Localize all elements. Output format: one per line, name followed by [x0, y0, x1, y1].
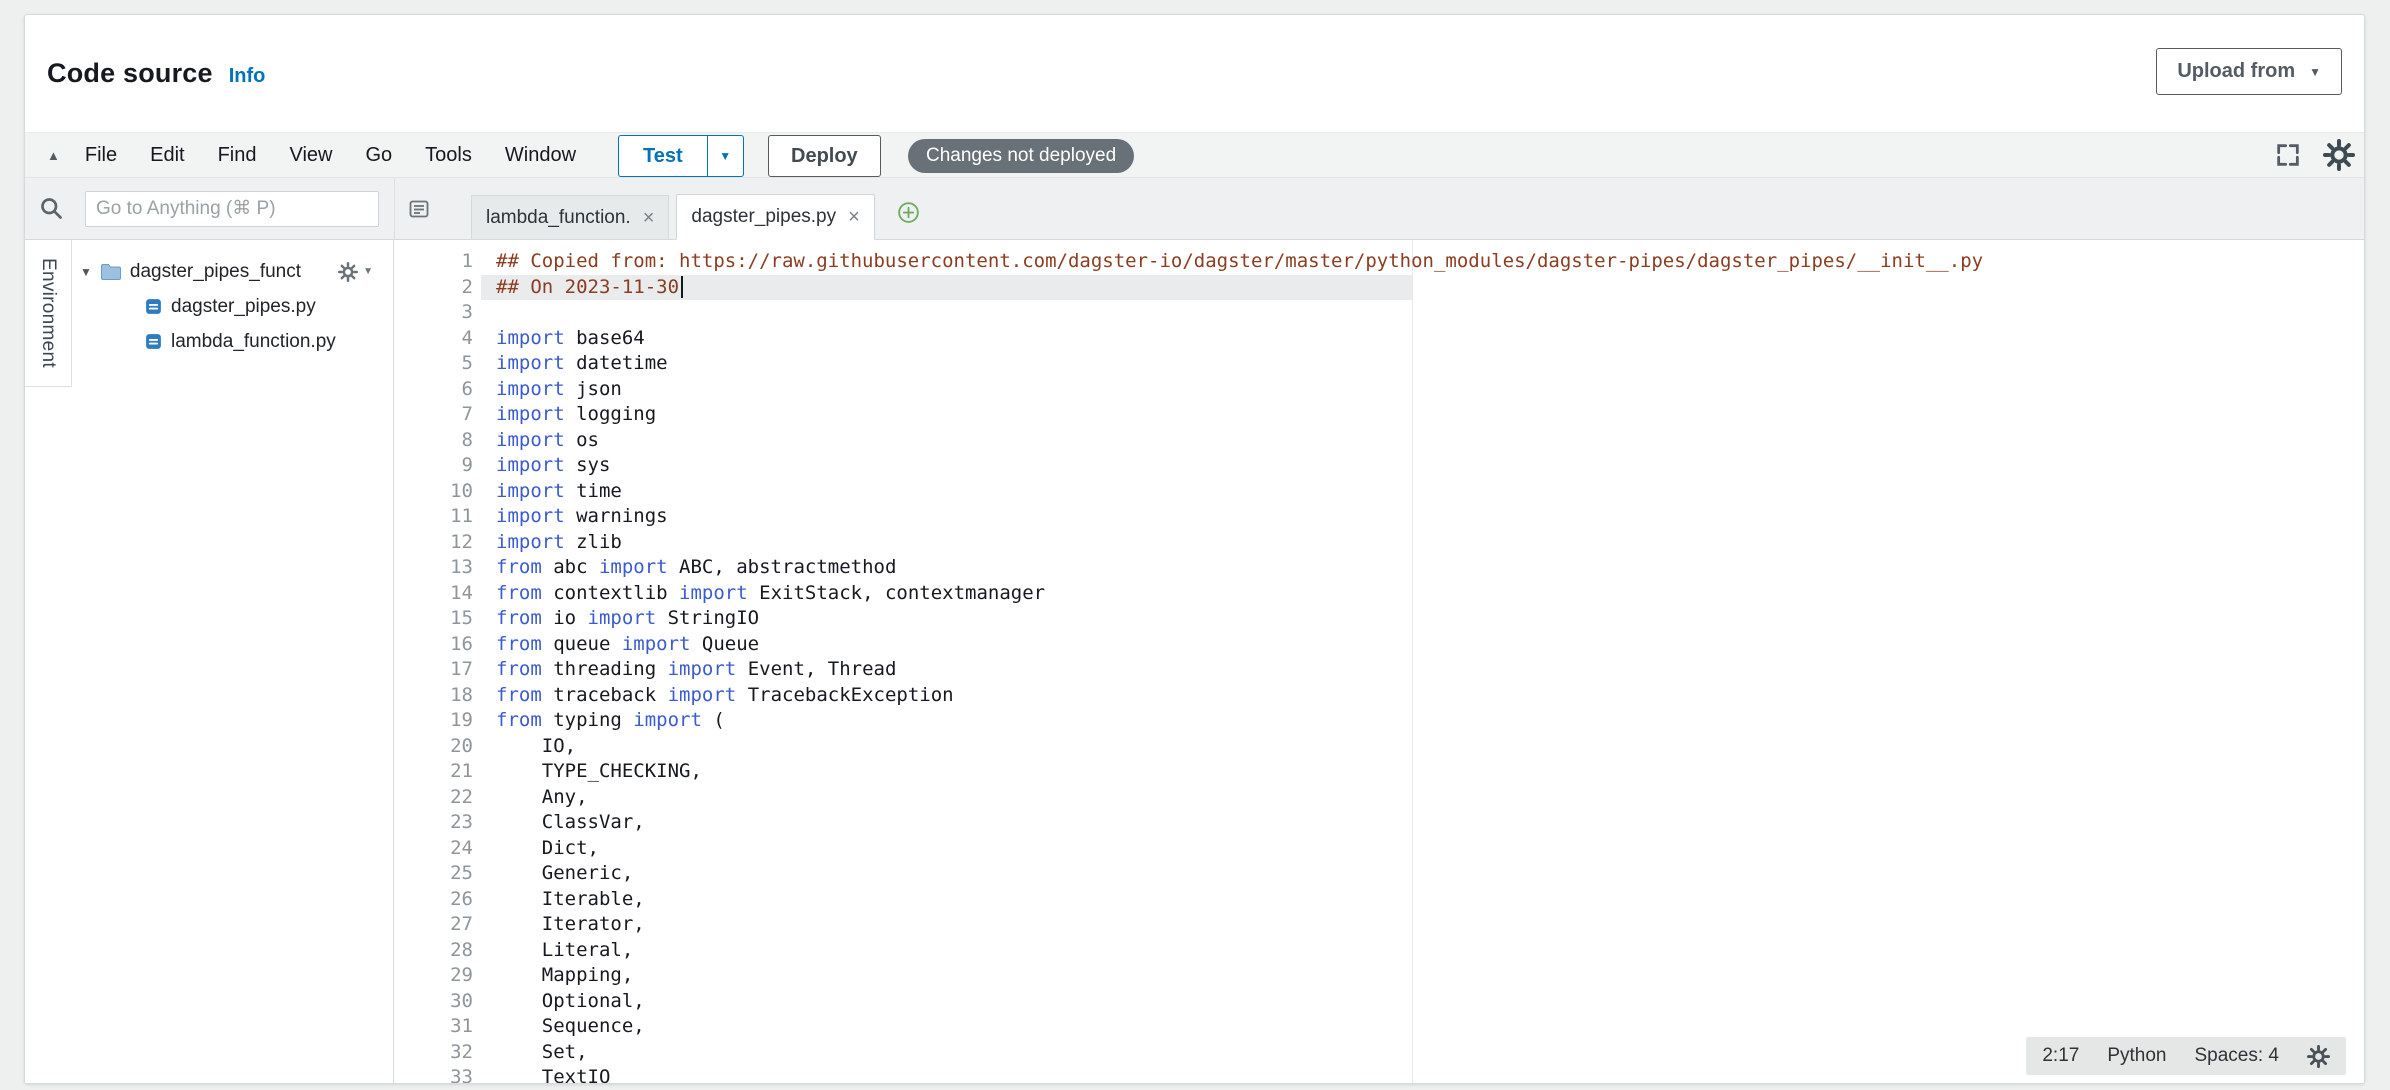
- test-button[interactable]: Test: [618, 135, 707, 177]
- file-label: dagster_pipes.py: [171, 296, 316, 318]
- code-line[interactable]: import logging: [481, 402, 2364, 428]
- code-line[interactable]: from typing import (: [481, 708, 2364, 734]
- spaces-setting[interactable]: Spaces: 4: [2195, 1045, 2280, 1067]
- folder-label: dagster_pipes_funct: [130, 261, 301, 283]
- code-line[interactable]: IO,: [481, 734, 2364, 760]
- panel-header: Code source Info Upload from ▼: [25, 15, 2364, 132]
- tab-dagster-pipes[interactable]: dagster_pipes.py ×: [676, 194, 874, 240]
- menu-go[interactable]: Go: [365, 144, 392, 167]
- code-source-panel: Code source Info Upload from ▼ ▲ File Ed…: [24, 14, 2365, 1084]
- python-file-icon: [144, 332, 163, 351]
- gutter[interactable]: 1234567891011121314151617181920212223242…: [394, 240, 481, 1084]
- code-line[interactable]: from queue import Queue: [481, 632, 2364, 658]
- tree-folder-row[interactable]: ▼ dagster_pipes_funct: [72, 254, 387, 289]
- environment-tab[interactable]: Environment: [25, 240, 72, 387]
- environment-label: Environment: [37, 258, 59, 368]
- new-tab-icon[interactable]: [896, 200, 921, 225]
- code-line[interactable]: Generic,: [481, 861, 2364, 887]
- code-line[interactable]: ClassVar,: [481, 810, 2364, 836]
- close-icon[interactable]: ×: [848, 207, 860, 227]
- folder-expand-icon[interactable]: ▼: [80, 265, 92, 279]
- code-line[interactable]: Any,: [481, 785, 2364, 811]
- editor-statusbar: 2:17 Python Spaces: 4: [2026, 1037, 2346, 1075]
- code-line[interactable]: import datetime: [481, 351, 2364, 377]
- test-dropdown-button[interactable]: ▼: [707, 135, 744, 177]
- code-line[interactable]: from contextlib import ExitStack, contex…: [481, 581, 2364, 607]
- caret-down-icon: ▼: [2309, 66, 2321, 78]
- text-cursor: [681, 276, 683, 298]
- code-line[interactable]: [481, 300, 2364, 326]
- code-line[interactable]: Optional,: [481, 989, 2364, 1015]
- goto-anything-input[interactable]: [85, 191, 379, 227]
- editor-settings-gear-icon[interactable]: [2307, 1045, 2330, 1068]
- code-line[interactable]: Literal,: [481, 938, 2364, 964]
- menu-list: File Edit Find View Go Tools Window: [85, 144, 576, 167]
- language-mode[interactable]: Python: [2107, 1045, 2166, 1067]
- caret-down-icon: ▼: [719, 150, 731, 162]
- code-line[interactable]: ## Copied from: https://raw.githubuserco…: [481, 249, 2364, 275]
- test-split-button: Test ▼: [618, 135, 744, 177]
- code-line[interactable]: from threading import Event, Thread: [481, 657, 2364, 683]
- menu-find[interactable]: Find: [218, 144, 257, 167]
- upload-from-label: Upload from: [2177, 60, 2295, 83]
- code-line[interactable]: import base64: [481, 326, 2364, 352]
- code-line[interactable]: from traceback import TracebackException: [481, 683, 2364, 709]
- tab-lambda-function[interactable]: lambda_function. ×: [471, 195, 669, 240]
- code-line[interactable]: Iterator,: [481, 912, 2364, 938]
- folder-settings-control[interactable]: ▼: [338, 262, 387, 282]
- code-line[interactable]: import json: [481, 377, 2364, 403]
- tab-list-icon[interactable]: [407, 197, 431, 221]
- code-line[interactable]: Sequence,: [481, 1014, 2364, 1040]
- menu-edit[interactable]: Edit: [150, 144, 184, 167]
- code-line[interactable]: from io import StringIO: [481, 606, 2364, 632]
- close-icon[interactable]: ×: [643, 208, 655, 228]
- code-line[interactable]: ## On 2023-11-30: [481, 275, 2364, 301]
- caret-down-icon: ▼: [363, 267, 373, 277]
- menu-window[interactable]: Window: [505, 144, 576, 167]
- search-tab-band: lambda_function. × dagster_pipes.py ×: [25, 178, 2364, 240]
- code-line[interactable]: TYPE_CHECKING,: [481, 759, 2364, 785]
- code-lines[interactable]: ## Copied from: https://raw.githubuserco…: [481, 240, 2364, 1084]
- open-tabs: lambda_function. × dagster_pipes.py ×: [471, 194, 921, 240]
- menu-view[interactable]: View: [289, 144, 332, 167]
- code-line[interactable]: Mapping,: [481, 963, 2364, 989]
- python-file-icon: [144, 297, 163, 316]
- environment-sidebar: Environment ▼ dagster_pipes_funct: [25, 240, 394, 1084]
- file-tree: ▼ dagster_pipes_funct: [72, 254, 387, 359]
- code-line[interactable]: from abc import ABC, abstractmethod: [481, 555, 2364, 581]
- cursor-position[interactable]: 2:17: [2042, 1045, 2079, 1067]
- settings-gear-icon[interactable]: [2323, 139, 2355, 171]
- tree-file-lambda-function[interactable]: lambda_function.py: [72, 324, 387, 359]
- sidebar-search-area: [25, 178, 394, 239]
- upload-from-button[interactable]: Upload from ▼: [2156, 48, 2342, 95]
- editor-content: Environment ▼ dagster_pipes_funct: [25, 240, 2364, 1084]
- folder-icon: [100, 262, 122, 281]
- code-editor[interactable]: 1234567891011121314151617181920212223242…: [394, 240, 2364, 1084]
- page-title: Code source: [47, 58, 213, 89]
- menu-tools[interactable]: Tools: [425, 144, 472, 167]
- code-line[interactable]: Iterable,: [481, 887, 2364, 913]
- tree-file-dagster-pipes[interactable]: dagster_pipes.py: [72, 289, 387, 324]
- menu-file[interactable]: File: [85, 144, 117, 167]
- tab-label: dagster_pipes.py: [691, 206, 836, 228]
- fullscreen-icon[interactable]: [2274, 141, 2302, 169]
- code-line[interactable]: import warnings: [481, 504, 2364, 530]
- code-line[interactable]: Dict,: [481, 836, 2364, 862]
- deploy-button[interactable]: Deploy: [768, 135, 881, 177]
- changes-not-deployed-badge: Changes not deployed: [908, 139, 1134, 173]
- code-line[interactable]: import zlib: [481, 530, 2364, 556]
- code-line[interactable]: import os: [481, 428, 2364, 454]
- collapse-panel-icon[interactable]: ▲: [47, 148, 60, 163]
- tab-label: lambda_function.: [486, 207, 631, 229]
- editor-menubar: ▲ File Edit Find View Go Tools Window Te…: [25, 132, 2364, 178]
- code-line[interactable]: import time: [481, 479, 2364, 505]
- search-icon[interactable]: [38, 195, 65, 227]
- tab-strip: lambda_function. × dagster_pipes.py ×: [394, 178, 2364, 239]
- code-line[interactable]: import sys: [481, 453, 2364, 479]
- file-label: lambda_function.py: [171, 331, 336, 353]
- info-link[interactable]: Info: [229, 65, 266, 88]
